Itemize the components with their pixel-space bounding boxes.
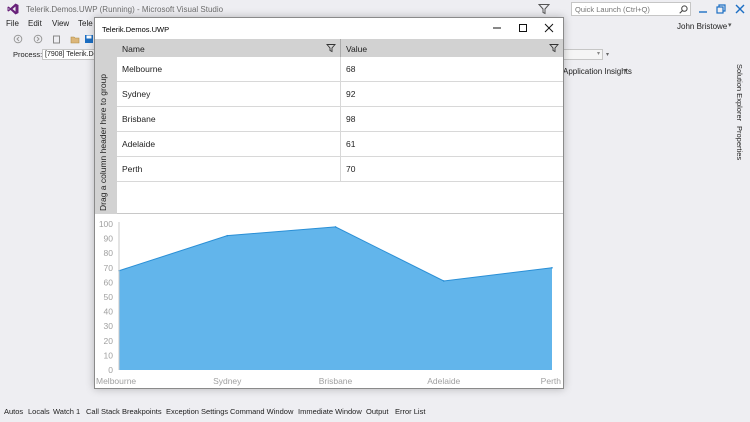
menu-telerik[interactable]: Tele (78, 19, 93, 28)
vs-window-title: Telerik.Demos.UWP (Running) - Microsoft … (26, 5, 224, 14)
vs-debug-tool-tabs: Autos Locals Watch 1 Call Stack Breakpoi… (0, 405, 750, 419)
table-row[interactable]: Brisbane 98 (117, 107, 563, 132)
y-tick-label: 10 (104, 350, 114, 360)
cell-value[interactable]: 70 (341, 157, 563, 181)
x-tick-label: Adelaide (427, 376, 460, 386)
vs-close-icon[interactable] (733, 2, 747, 16)
grid-header-row: Name Value (117, 39, 563, 57)
x-tick-label: Brisbane (319, 376, 353, 386)
navigate-forward-icon[interactable] (33, 34, 43, 44)
vs-title-bar: Telerik.Demos.UWP (Running) - Microsoft … (0, 0, 750, 18)
application-insights-chevron-icon[interactable]: ▾ (624, 67, 627, 74)
table-row[interactable]: Adelaide 61 (117, 132, 563, 157)
close-icon[interactable] (542, 21, 556, 35)
menu-file[interactable]: File (6, 19, 19, 28)
quick-launch-input[interactable] (575, 4, 675, 15)
data-point-brisbane (334, 226, 337, 228)
properties-tab[interactable]: Properties (735, 126, 744, 160)
y-tick-label: 80 (104, 248, 114, 258)
area-series (119, 226, 552, 370)
cell-name[interactable]: Adelaide (117, 132, 341, 156)
table-row[interactable]: Melbourne 68 (117, 57, 563, 82)
column-header-value[interactable]: Value (341, 39, 563, 57)
process-dropdown[interactable]: [7908] Telerik.De (42, 49, 97, 60)
tab-autos[interactable]: Autos (4, 407, 23, 416)
tab-breakpoints[interactable]: Breakpoints (122, 407, 162, 416)
y-tick-label: 70 (104, 263, 114, 273)
toolbar-overflow-icon[interactable]: ▾ (606, 51, 609, 58)
app-window: Telerik.Demos.UWP Drag a column header h… (94, 17, 564, 389)
tab-watch-1[interactable]: Watch 1 (53, 407, 80, 416)
data-point-adelaide (442, 280, 445, 282)
x-tick-label: Sydney (213, 376, 242, 386)
visual-studio-logo-icon (7, 3, 19, 15)
y-tick-label: 40 (104, 307, 114, 317)
column-header-label: Value (346, 44, 368, 54)
app-window-title: Telerik.Demos.UWP (102, 25, 170, 34)
group-by-panel[interactable]: Drag a column header here to group (95, 39, 117, 214)
cell-name[interactable]: Sydney (117, 82, 341, 106)
tab-output[interactable]: Output (366, 407, 389, 416)
cell-value[interactable]: 61 (341, 132, 563, 156)
user-menu-chevron-icon[interactable]: ▾ (728, 21, 732, 29)
menu-edit[interactable]: Edit (28, 19, 42, 28)
x-tick-label: Melbourne (96, 376, 136, 386)
solution-explorer-tab[interactable]: Solution Explorer (735, 64, 744, 121)
tab-locals[interactable]: Locals (28, 407, 50, 416)
data-point-perth (551, 267, 553, 269)
cell-name[interactable]: Melbourne (117, 57, 341, 81)
menu-view[interactable]: View (52, 19, 69, 28)
tab-command-window[interactable]: Command Window (230, 407, 293, 416)
signed-in-user[interactable]: John Bristowe (677, 22, 727, 31)
column-header-label: Name (122, 44, 145, 54)
notification-filter-icon[interactable] (538, 3, 550, 15)
application-insights-button[interactable]: Application Insights (563, 67, 632, 76)
area-chart: 0 10 20 30 40 50 60 70 80 90 100 Melbourne Sydney Bri… (95, 214, 563, 388)
y-tick-label: 50 (104, 292, 114, 302)
cell-value[interactable]: 92 (341, 82, 563, 106)
tab-exception-settings[interactable]: Exception Settings (166, 407, 228, 416)
table-row[interactable]: Sydney 92 (117, 82, 563, 107)
y-tick-label: 30 (104, 321, 114, 331)
cell-value[interactable]: 98 (341, 107, 563, 131)
vs-side-tool-tabs: Solution Explorer Properties (733, 64, 745, 174)
vs-minimize-icon[interactable] (696, 2, 710, 16)
column-header-name[interactable]: Name (117, 39, 341, 57)
quick-launch-box[interactable] (571, 2, 691, 16)
tab-immediate-window[interactable]: Immediate Window (298, 407, 362, 416)
app-title-bar[interactable]: Telerik.Demos.UWP (95, 18, 563, 39)
cell-value[interactable]: 68 (341, 57, 563, 81)
navigate-back-icon[interactable] (13, 34, 23, 44)
minimize-icon[interactable] (490, 21, 504, 35)
y-tick-label: 0 (108, 365, 113, 375)
new-project-icon[interactable] (52, 34, 62, 44)
area-chart-svg: 0 10 20 30 40 50 60 70 80 90 100 Melbourne Sydney Bri… (96, 219, 562, 386)
y-tick-label: 90 (104, 234, 114, 244)
data-grid: Name Value Melbourne 68 Sydney 92 Brisba… (117, 39, 563, 214)
open-file-icon[interactable] (70, 34, 80, 44)
cell-name[interactable]: Brisbane (117, 107, 341, 131)
filter-icon[interactable] (549, 43, 559, 53)
y-tick-label: 20 (104, 336, 114, 346)
vs-restore-icon[interactable] (714, 2, 728, 16)
save-icon[interactable] (84, 34, 94, 44)
stack-frame-dropdown[interactable] (563, 49, 603, 60)
data-point-sydney (226, 234, 229, 237)
search-icon (679, 5, 688, 14)
tab-error-list[interactable]: Error List (395, 407, 425, 416)
maximize-icon[interactable] (516, 21, 530, 35)
cell-name[interactable]: Perth (117, 157, 341, 181)
group-panel-hint: Drag a column header here to group (98, 73, 108, 211)
filter-icon[interactable] (326, 43, 336, 53)
table-row[interactable]: Perth 70 (117, 157, 563, 182)
process-label: Process: (13, 50, 43, 59)
y-tick-label: 100 (99, 219, 113, 229)
y-tick-label: 60 (104, 277, 114, 287)
tab-call-stack[interactable]: Call Stack (86, 407, 120, 416)
x-tick-label: Perth (541, 376, 562, 386)
